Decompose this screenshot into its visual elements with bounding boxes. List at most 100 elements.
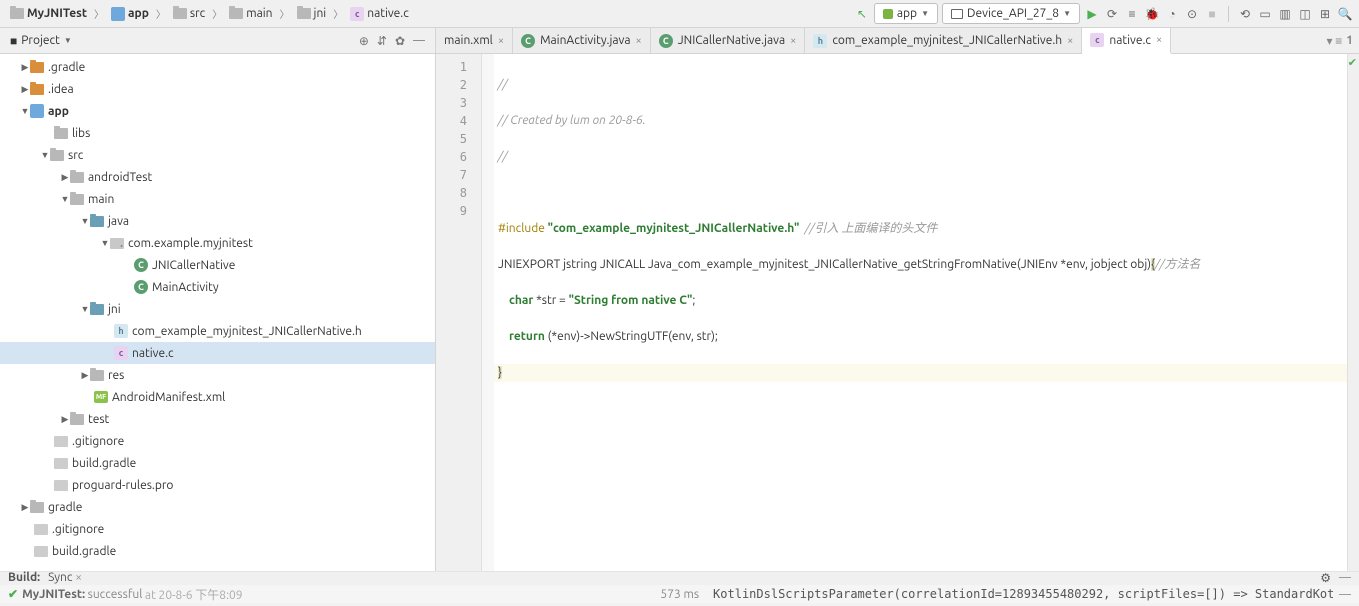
close-icon[interactable]: × xyxy=(636,35,642,47)
breadcrumb: MyJNITest 〉 app 〉 src 〉 main 〉 jni 〉 cna… xyxy=(6,5,854,23)
run-icon[interactable]: ▶ xyxy=(1084,6,1100,22)
check-icon: ✔ xyxy=(1348,56,1357,69)
class-icon: C xyxy=(521,34,535,48)
c-file-icon: c xyxy=(1090,33,1104,47)
resource-icon[interactable]: ◫ xyxy=(1297,6,1313,22)
breadcrumb-src[interactable]: src xyxy=(169,5,209,22)
project-tree[interactable]: ▶.gradle ▶.idea ▼app libs ▼src ▶androidT… xyxy=(0,54,435,571)
h-file-icon: h xyxy=(114,324,128,338)
folder-icon xyxy=(54,128,68,139)
tree-node-app[interactable]: ▼app xyxy=(0,100,435,122)
tree-node-gradle[interactable]: ▶.gradle xyxy=(0,56,435,78)
tab-mainxml[interactable]: main.xml× xyxy=(436,28,513,53)
editor-area: main.xml× CMainActivity.java× CJNICaller… xyxy=(436,28,1359,571)
tab-jnicaller[interactable]: CJNICallerNative.java× xyxy=(651,28,806,53)
module-icon xyxy=(30,104,44,118)
chevron-right-icon: 〉 xyxy=(156,6,166,21)
close-icon[interactable]: × xyxy=(1156,34,1162,46)
tree-node-package[interactable]: ▼com.example.myjnitest xyxy=(0,232,435,254)
project-header: ■ Project ▼ ⊕ ⇵ ✿ — xyxy=(0,28,435,54)
class-icon: C xyxy=(134,280,148,294)
sync-icon[interactable]: ⟲ xyxy=(1237,6,1253,22)
tree-node-idea[interactable]: ▶.idea xyxy=(0,78,435,100)
build-result: successful xyxy=(88,588,143,601)
tree-node-nativec[interactable]: cnative.c xyxy=(0,342,435,364)
attach-debugger-icon[interactable]: ⊙ xyxy=(1184,6,1200,22)
fold-gutter xyxy=(482,54,494,571)
search-icon[interactable]: 🔍 xyxy=(1337,6,1353,22)
tree-node-buildgradle[interactable]: build.gradle xyxy=(0,452,435,474)
tree-node-proguard[interactable]: proguard-rules.pro xyxy=(0,474,435,496)
tree-node-jni[interactable]: ▼jni xyxy=(0,298,435,320)
arrow-icon: ▼ xyxy=(80,216,90,226)
run-config-dropdown[interactable]: app▼ xyxy=(874,3,938,24)
hide-icon[interactable]: — xyxy=(1339,588,1351,601)
code-editor[interactable]: 123456789 // // Created by lum on 20-8-6… xyxy=(436,54,1359,571)
tree-node-gitignore[interactable]: .gitignore xyxy=(0,430,435,452)
tree-node-mainactivity[interactable]: CMainActivity xyxy=(0,276,435,298)
breadcrumb-root[interactable]: MyJNITest xyxy=(6,5,91,22)
error-stripe[interactable]: ✔ xyxy=(1347,54,1359,571)
tree-node-main[interactable]: ▼main xyxy=(0,188,435,210)
arrow-icon: ▼ xyxy=(80,304,90,314)
tab-mainactivity[interactable]: CMainActivity.java× xyxy=(513,28,651,53)
c-file-icon: c xyxy=(350,7,364,21)
device-dropdown[interactable]: Device_API_27_8▼ xyxy=(942,3,1080,24)
avd-icon[interactable]: ▭ xyxy=(1257,6,1273,22)
tab-header[interactable]: hcom_example_myjnitest_JNICallerNative.h… xyxy=(805,28,1082,53)
build-label: Build: xyxy=(8,571,40,584)
tree-node-jnicaller[interactable]: CJNICallerNative xyxy=(0,254,435,276)
module-icon xyxy=(111,7,125,21)
project-view-selector[interactable]: ■ Project ▼ xyxy=(10,34,72,48)
tree-node-res[interactable]: ▶res xyxy=(0,364,435,386)
tree-node-androidtest[interactable]: ▶androidTest xyxy=(0,166,435,188)
arrow-icon: ▼ xyxy=(100,238,110,248)
tree-node-gitignore2[interactable]: .gitignore xyxy=(0,518,435,540)
folder-icon xyxy=(90,216,104,227)
tree-node-gradledir[interactable]: ▶gradle xyxy=(0,496,435,518)
layout-icon[interactable]: ⊞ xyxy=(1317,6,1333,22)
tree-node-manifest[interactable]: MFAndroidManifest.xml xyxy=(0,386,435,408)
breadcrumb-app[interactable]: app xyxy=(107,5,153,23)
profile-icon[interactable]: ◔ xyxy=(1164,6,1180,22)
tree-node-src[interactable]: ▼src xyxy=(0,144,435,166)
arrow-icon: ▶ xyxy=(20,62,30,73)
code-text[interactable]: // // Created by lum on 20-8-6. // #incl… xyxy=(494,54,1359,571)
tree-node-header[interactable]: hcom_example_myjnitest_JNICallerNative.h xyxy=(0,320,435,342)
chevron-right-icon: 〉 xyxy=(94,6,104,21)
breadcrumb-file[interactable]: cnative.c xyxy=(346,5,413,23)
c-file-icon: c xyxy=(114,346,128,360)
build-time: at 20-8-6 下午8:09 xyxy=(145,586,243,603)
arrow-icon: ▶ xyxy=(20,84,30,95)
close-icon[interactable]: × xyxy=(498,35,504,47)
tab-nativec[interactable]: cnative.c× xyxy=(1082,28,1171,54)
close-icon[interactable]: × xyxy=(1067,35,1073,47)
arrow-icon: ▼ xyxy=(60,194,70,204)
chevron-right-icon: 〉 xyxy=(212,6,222,21)
make-icon[interactable]: ↖ xyxy=(854,6,870,22)
tree-node-test[interactable]: ▶test xyxy=(0,408,435,430)
tree-node-java[interactable]: ▼java xyxy=(0,210,435,232)
tab-overflow[interactable]: ▾ ≡ 1 xyxy=(1320,28,1359,53)
gear-icon[interactable]: ⚙ xyxy=(1320,571,1331,585)
gear-icon[interactable]: ✿ xyxy=(395,34,405,48)
select-opened-icon[interactable]: ⊕ xyxy=(359,34,369,48)
debug-icon[interactable]: 🐞 xyxy=(1144,6,1160,22)
apply-code-icon[interactable]: ≡ xyxy=(1124,6,1140,22)
project-toolbar: ⊕ ⇵ ✿ — xyxy=(359,34,425,48)
close-icon[interactable]: × xyxy=(790,35,796,47)
apply-changes-icon[interactable]: ⟳ xyxy=(1104,6,1120,22)
breadcrumb-jni[interactable]: jni xyxy=(293,5,331,22)
stop-icon[interactable]: ■ xyxy=(1204,6,1220,22)
hide-icon[interactable]: — xyxy=(1339,571,1351,584)
sdk-icon[interactable]: ▥ xyxy=(1277,6,1293,22)
chevron-right-icon: 〉 xyxy=(280,6,290,21)
folder-icon xyxy=(50,150,64,161)
hide-icon[interactable]: — xyxy=(413,34,425,48)
sync-tab[interactable]: Sync × xyxy=(48,571,82,584)
tree-node-libs[interactable]: libs xyxy=(0,122,435,144)
expand-icon[interactable]: ⇵ xyxy=(377,34,387,48)
arrow-icon: ▼ xyxy=(20,106,30,116)
breadcrumb-main[interactable]: main xyxy=(225,5,276,22)
tree-node-buildgradle2[interactable]: build.gradle xyxy=(0,540,435,562)
